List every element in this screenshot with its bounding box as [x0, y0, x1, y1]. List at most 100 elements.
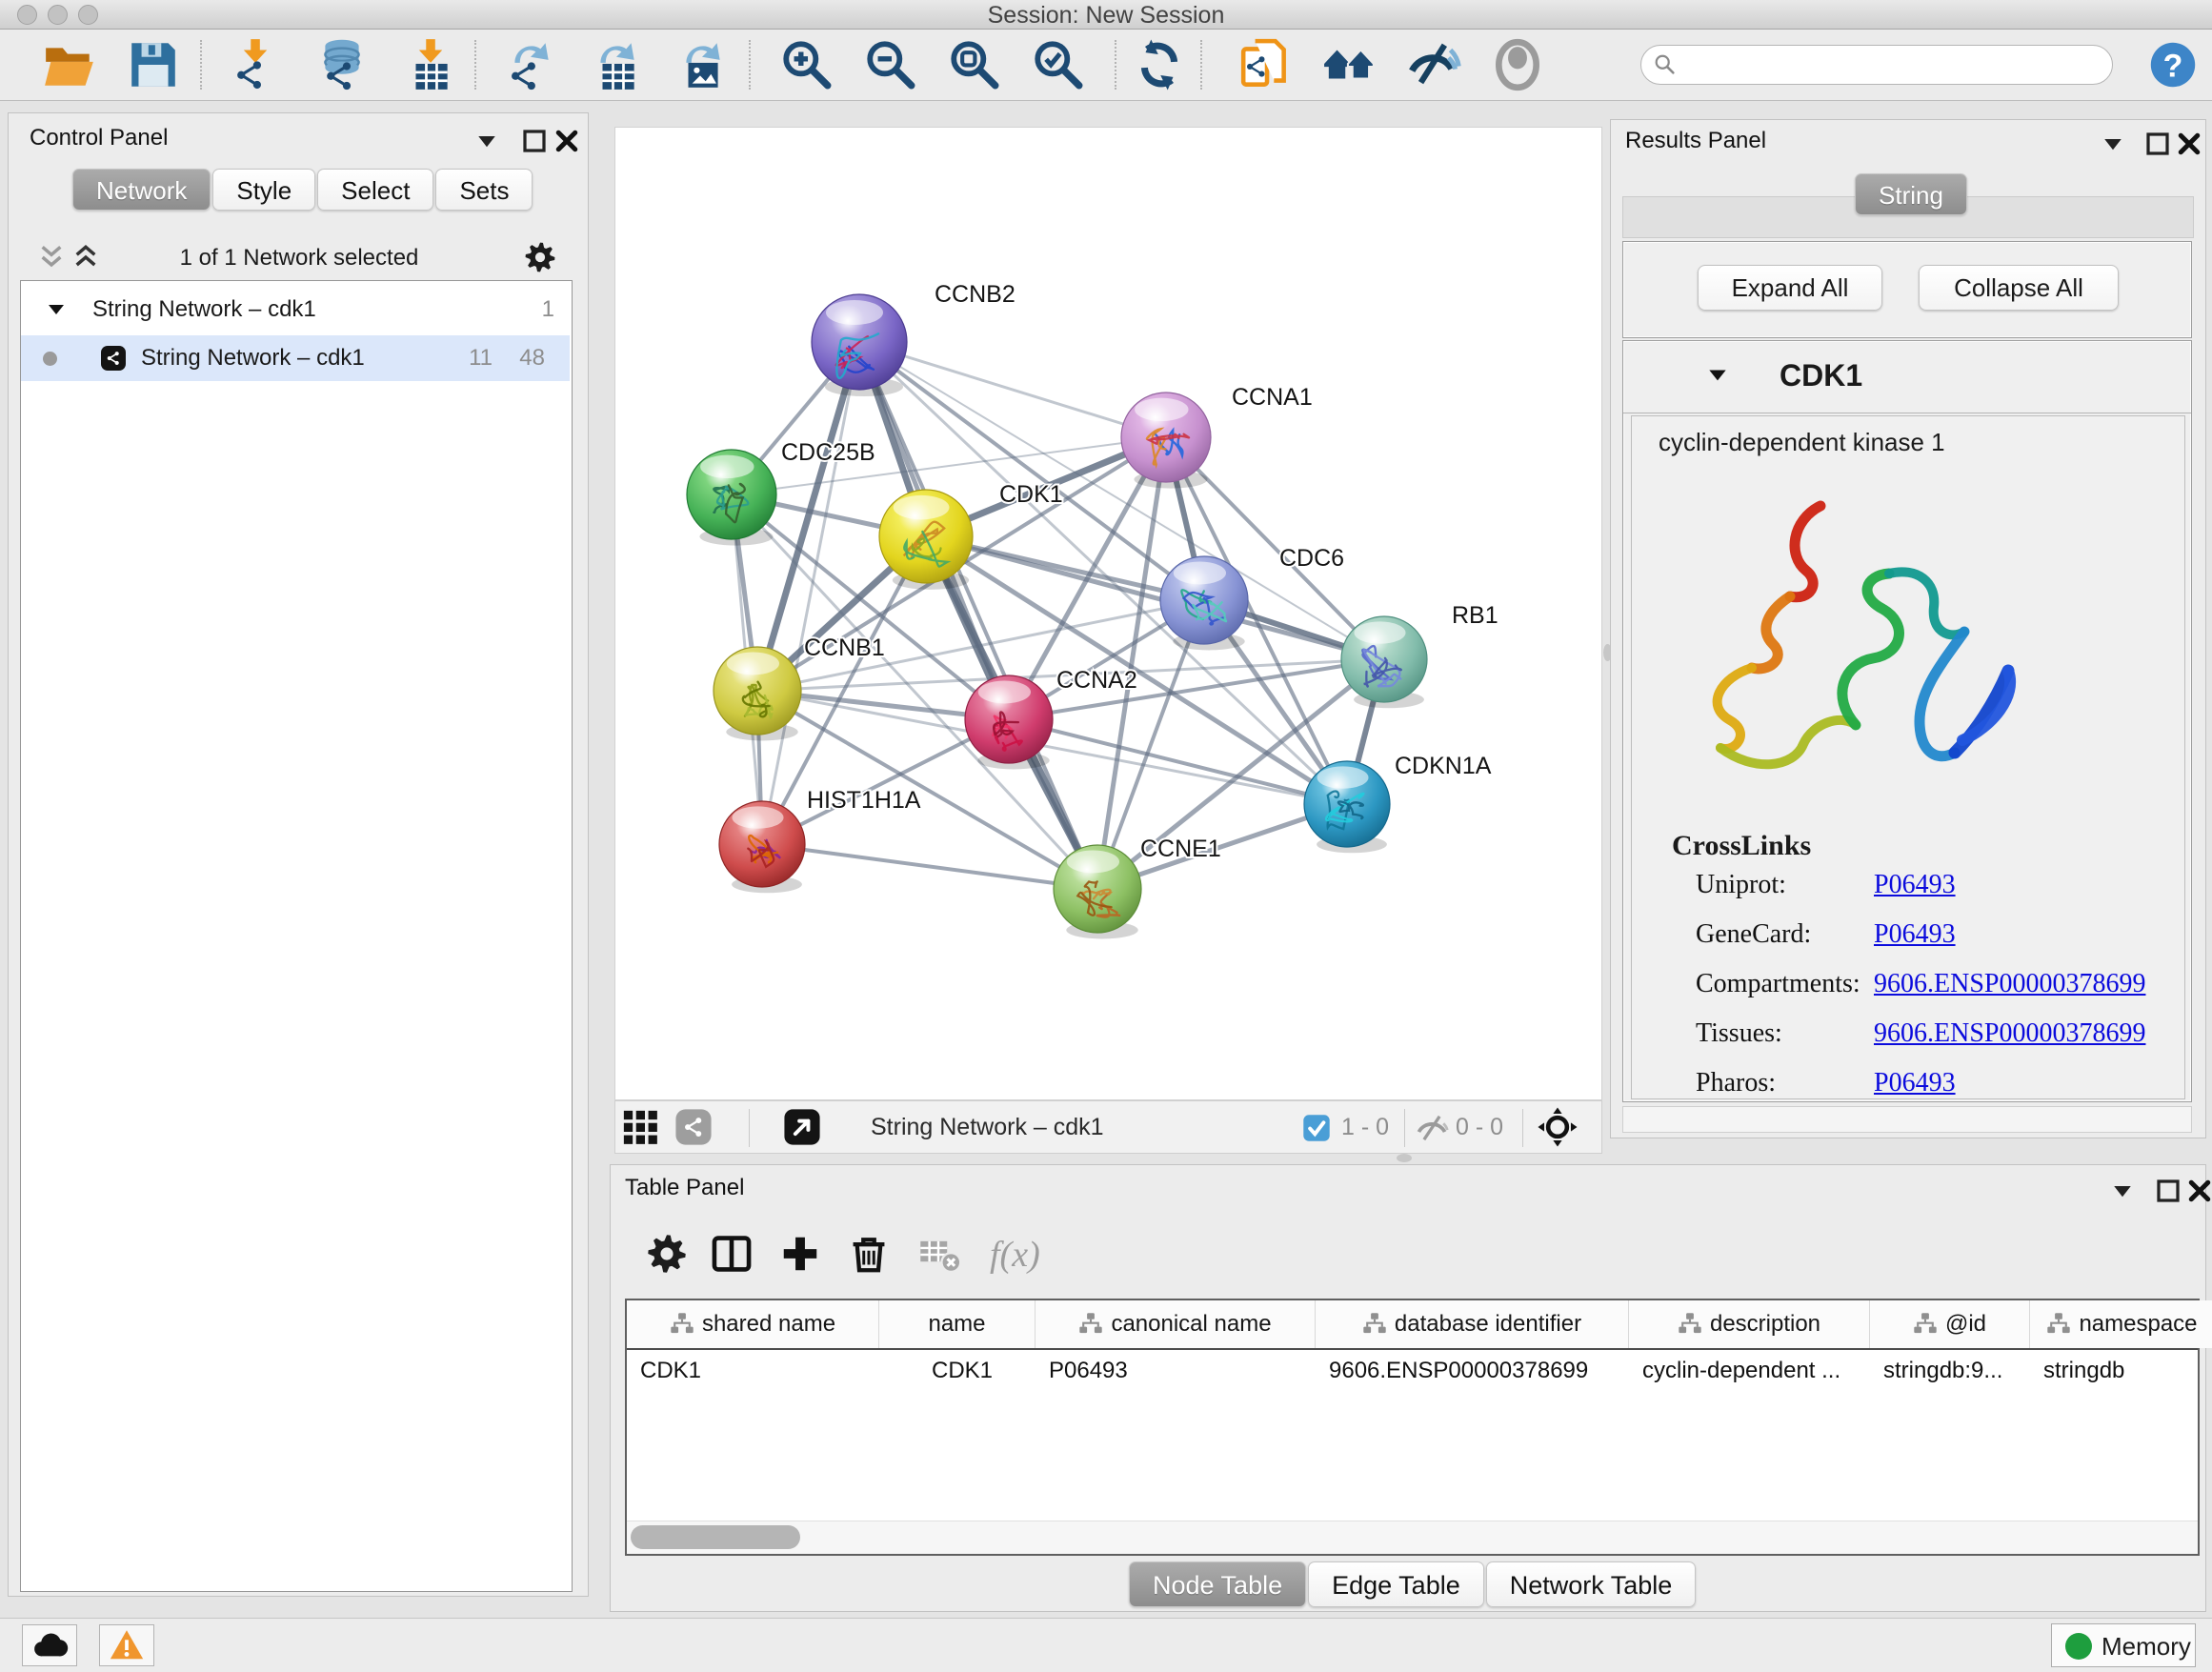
table-row[interactable]: CDK1CDK1P064939606.ENSP00000378699cyclin… [627, 1350, 2198, 1392]
save-session-icon[interactable] [126, 37, 181, 92]
zoom-fit-icon[interactable] [947, 37, 1002, 92]
zoom-in-icon[interactable] [779, 37, 835, 92]
column-header-name[interactable]: name [879, 1300, 1036, 1348]
tab-node-table[interactable]: Node Table [1129, 1561, 1306, 1607]
column-header-namespace[interactable]: namespace [2030, 1300, 2212, 1348]
crosslink-link[interactable]: 9606.ENSP00000378699 [1874, 1018, 2145, 1049]
section-collapse-icon[interactable] [1705, 364, 1730, 389]
cloud-button[interactable] [22, 1624, 77, 1666]
column-header-description[interactable]: description [1629, 1300, 1870, 1348]
import-table-icon[interactable] [402, 37, 457, 92]
import-network-database-icon[interactable] [314, 37, 370, 92]
scrollbar-thumb[interactable] [631, 1525, 800, 1549]
column-header--id[interactable]: @id [1870, 1300, 2030, 1348]
expand-all-button[interactable]: Expand All [1698, 265, 1882, 311]
node-ccna2[interactable]: CCNA2 [965, 667, 1137, 769]
tab-network[interactable]: Network [72, 169, 211, 211]
open-file-icon[interactable] [42, 37, 97, 92]
node-hist1h1a[interactable]: HIST1H1A [719, 787, 921, 893]
crosslink-row: Compartments: 9606.ENSP00000378699 [1632, 969, 2184, 1009]
control-panel-close-icon[interactable] [553, 127, 581, 155]
show-panel-icon[interactable] [1490, 37, 1545, 92]
show-home-icon[interactable] [1322, 37, 1377, 92]
table-settings-gear-icon[interactable] [645, 1232, 689, 1276]
network-row-selected[interactable]: String Network – cdk1 11 48 [21, 335, 570, 381]
memory-button[interactable]: Memory [2051, 1623, 2196, 1667]
node-cdkn1a[interactable]: CDKN1A [1304, 753, 1492, 853]
table-cell[interactable]: stringdb [2030, 1350, 2211, 1392]
crosslink-link[interactable]: P06493 [1874, 919, 1956, 950]
import-network-icon[interactable] [227, 37, 282, 92]
table-columns-icon[interactable] [710, 1232, 754, 1276]
node-ccne1[interactable]: CCNE1 [1054, 836, 1221, 938]
tree-expand-icon[interactable] [45, 299, 68, 322]
zoom-out-icon[interactable] [863, 37, 918, 92]
tab-string[interactable]: String [1855, 173, 1967, 215]
control-panel-float-icon[interactable] [520, 127, 549, 155]
edge-ccna1-ccne1[interactable] [1097, 437, 1166, 889]
tab-style[interactable]: Style [212, 169, 315, 211]
network-options-gear-icon[interactable] [523, 240, 557, 274]
zoom-selected-icon[interactable] [1031, 37, 1086, 92]
column-header-shared-name[interactable]: shared name [627, 1300, 879, 1348]
export-table-icon[interactable] [589, 37, 644, 92]
network-canvas[interactable]: CCNB2CCNA1CDC25BCDK1CDC6RB1CCNB1CCNA2CDK… [614, 127, 1602, 1100]
node-rb1[interactable]: RB1 [1341, 602, 1498, 708]
grid-view-icon[interactable] [621, 1108, 659, 1146]
copy-session-icon[interactable] [1238, 37, 1294, 92]
column-header-database-identifier[interactable]: database identifier [1316, 1300, 1629, 1348]
birds-eye-view-icon[interactable] [783, 1108, 821, 1146]
gene-section-header[interactable]: CDK1 [1623, 341, 2191, 413]
warning-button[interactable] [99, 1624, 154, 1666]
delete-column-trash-icon[interactable] [847, 1232, 891, 1276]
table-panel-close-icon[interactable] [2185, 1177, 2212, 1205]
node-label-ccnb2: CCNB2 [935, 281, 1016, 308]
selected-checkbox-icon[interactable] [1301, 1113, 1332, 1143]
crosslink-link[interactable]: P06493 [1874, 1068, 1956, 1098]
table-cell[interactable]: CDK1 [879, 1350, 1032, 1392]
node-cdc25b[interactable]: CDC25B [687, 439, 875, 546]
tab-network-table[interactable]: Network Table [1486, 1561, 1697, 1607]
control-panel-collapse-icon[interactable] [473, 127, 501, 155]
network-collection-row[interactable]: String Network – cdk1 1 [21, 288, 570, 332]
crosslink-link[interactable]: P06493 [1874, 870, 1956, 900]
crosslink-label: Compartments: [1696, 969, 1860, 999]
share-view-icon[interactable] [674, 1108, 713, 1146]
results-panel-collapse-icon[interactable] [2099, 130, 2127, 158]
edge-ccnb2-hist1h1a[interactable] [762, 342, 859, 844]
export-network-icon[interactable] [503, 37, 558, 92]
tab-sets[interactable]: Sets [435, 169, 533, 211]
crosshair-icon[interactable] [1536, 1105, 1579, 1149]
node-cdk1[interactable]: CDK1 [879, 481, 1063, 590]
node-ccnb2[interactable]: CCNB2 [812, 281, 1016, 396]
table-cell[interactable]: CDK1 [627, 1350, 875, 1392]
search-input[interactable] [1685, 50, 2099, 80]
collapse-all-button[interactable]: Collapse All [1919, 265, 2119, 311]
gene-section: CDK1 cyclin-dependent kinase 1 CrossLink… [1622, 340, 2192, 1102]
edge-hist1h1a-ccne1[interactable] [762, 844, 1097, 889]
table-cell[interactable]: P06493 [1036, 1350, 1312, 1392]
search-box[interactable] [1640, 45, 2113, 85]
table-cell[interactable]: cyclin-dependent ... [1629, 1350, 1866, 1392]
results-scroll-strip[interactable] [1622, 1106, 2192, 1133]
table-horizontal-scrollbar[interactable] [627, 1521, 2198, 1554]
crosslink-link[interactable]: 9606.ENSP00000378699 [1874, 969, 2145, 999]
tab-select[interactable]: Select [317, 169, 433, 211]
help-button[interactable]: ? [2149, 41, 2197, 89]
window-title: Session: New Session [0, 2, 2212, 30]
hidden-eye-icon [1414, 1110, 1450, 1146]
table-panel-collapse-icon[interactable] [2108, 1177, 2137, 1205]
node-ccna1[interactable]: CCNA1 [1121, 384, 1313, 489]
refresh-view-icon[interactable] [1132, 37, 1187, 92]
hide-panel-icon[interactable] [1406, 37, 1461, 92]
table-panel-float-icon[interactable] [2154, 1177, 2182, 1205]
export-image-icon[interactable] [674, 37, 730, 92]
tab-edge-table[interactable]: Edge Table [1308, 1561, 1484, 1607]
results-panel-close-icon[interactable] [2175, 130, 2203, 158]
results-panel-float-icon[interactable] [2143, 130, 2172, 158]
table-cell[interactable]: stringdb:9... [1870, 1350, 2026, 1392]
horizontal-splitter-handle[interactable] [1397, 1154, 1412, 1162]
table-cell[interactable]: 9606.ENSP00000378699 [1316, 1350, 1625, 1392]
column-header-canonical-name[interactable]: canonical name [1036, 1300, 1316, 1348]
add-column-icon[interactable] [778, 1232, 822, 1276]
